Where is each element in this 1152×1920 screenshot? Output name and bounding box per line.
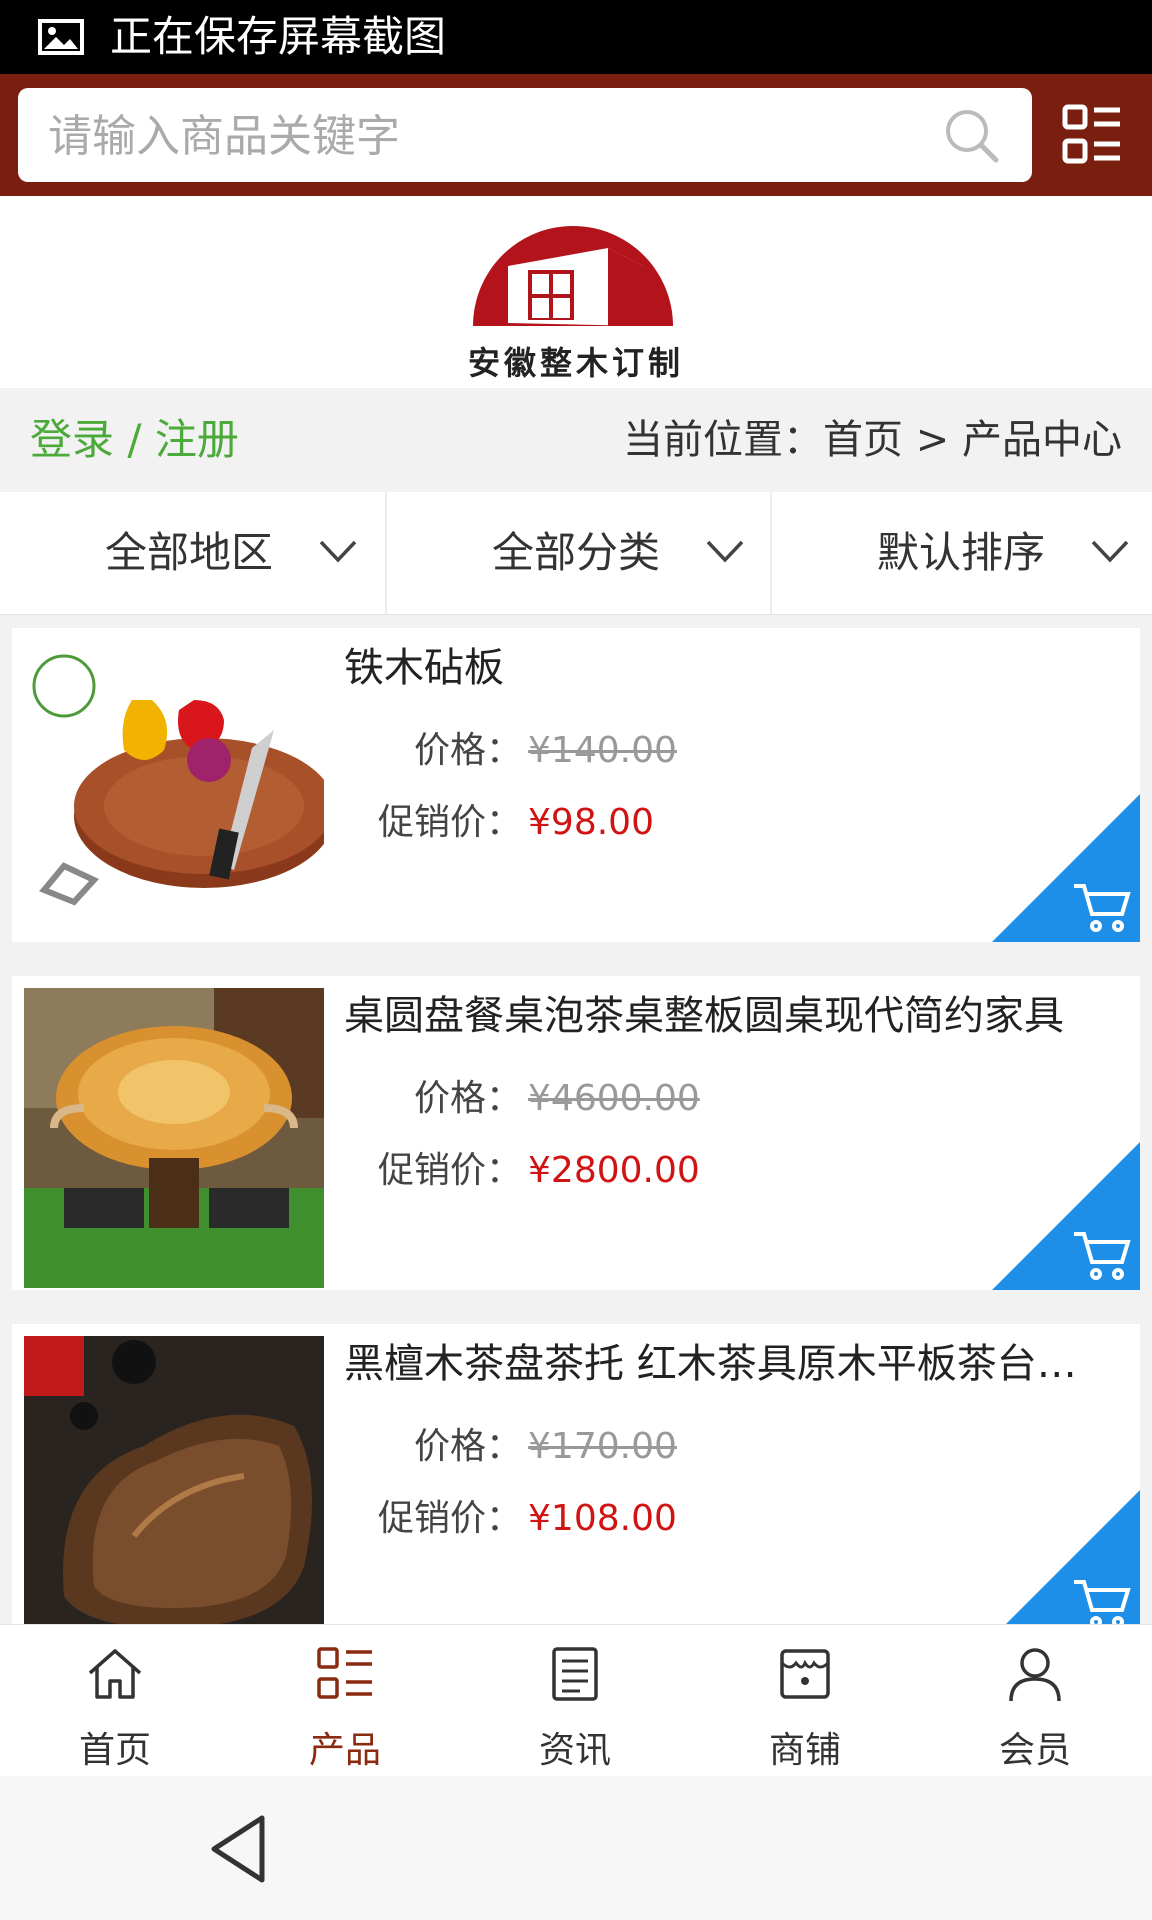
bottom-tab-bar: 首页 产品 资讯 商铺 会员 xyxy=(0,1624,1152,1777)
tab-news[interactable]: 资讯 xyxy=(460,1625,690,1777)
promo-label: 促销价： xyxy=(378,1498,523,1539)
filter-category[interactable]: 全部分类 xyxy=(385,492,770,614)
promo-price-row: 促销价： ¥2800.00 xyxy=(378,1146,700,1196)
header xyxy=(0,74,1152,196)
product-card[interactable]: 黑檀木茶盘茶托 红木茶具原木平板茶台… 价格： ¥170.00 促销价： ¥108.… xyxy=(12,1324,1140,1624)
search-icon[interactable] xyxy=(942,106,1002,166)
product-image-tea-tray xyxy=(24,1336,324,1624)
tab-member[interactable]: 会员 xyxy=(920,1625,1150,1777)
filter-region-label: 全部地区 xyxy=(104,528,273,577)
breadcrumb: 当前位置：首页 > 产品中心 xyxy=(623,417,1122,463)
promo-label: 促销价： xyxy=(378,802,523,843)
original-price: ¥4600.00 xyxy=(528,1078,700,1119)
filter-region[interactable]: 全部地区 xyxy=(0,492,383,614)
chevron-down-icon xyxy=(706,540,744,563)
promo-label: 促销价： xyxy=(378,1150,523,1191)
chevron-down-icon xyxy=(1091,540,1129,563)
promo-price-row: 促销价： ¥98.00 xyxy=(378,798,654,848)
promo-price: ¥108.00 xyxy=(528,1498,677,1539)
tab-label: 产品 xyxy=(308,1730,381,1771)
brand-name: 安徽整木订制 xyxy=(467,344,684,382)
back-icon[interactable] xyxy=(208,1814,268,1884)
promo-price-row: 促销价： ¥108.00 xyxy=(378,1494,677,1544)
search-input[interactable] xyxy=(46,88,930,184)
promo-price: ¥98.00 xyxy=(528,802,654,843)
category-menu-icon[interactable] xyxy=(1062,104,1122,166)
original-price: ¥140.00 xyxy=(528,730,677,771)
user-icon xyxy=(1009,1648,1061,1702)
original-price-row: 价格： ¥4600.00 xyxy=(414,1074,700,1124)
original-price-row: 价格： ¥170.00 xyxy=(414,1422,677,1472)
brand-logo xyxy=(473,226,673,326)
tab-label: 首页 xyxy=(78,1730,151,1771)
tab-stores[interactable]: 商铺 xyxy=(690,1625,920,1777)
promo-price: ¥2800.00 xyxy=(528,1150,700,1191)
image-icon xyxy=(38,19,84,55)
product-name[interactable]: 桌圆盘餐桌泡茶桌整板圆桌现代简约家具 xyxy=(344,986,1124,1046)
product-list: 铁木砧板 价格： ¥140.00 促销价： ¥98.00 桌圆盘餐桌泡茶桌整板圆… xyxy=(12,628,1140,1624)
tab-label: 会员 xyxy=(998,1730,1071,1771)
filter-bar: 全部地区 全部分类 默认排序 xyxy=(0,492,1152,615)
login-register-link[interactable]: 登录 / 注册 xyxy=(30,388,239,492)
tab-label: 资讯 xyxy=(538,1730,611,1771)
grid-list-icon xyxy=(317,1647,372,1699)
chevron-down-icon xyxy=(319,540,357,563)
product-image-round-table xyxy=(24,988,324,1288)
filter-category-label: 全部分类 xyxy=(491,528,660,577)
original-price: ¥170.00 xyxy=(528,1426,677,1467)
tab-home[interactable]: 首页 xyxy=(0,1625,230,1777)
product-name[interactable]: 铁木砧板 xyxy=(344,638,1124,698)
product-card[interactable]: 铁木砧板 价格： ¥140.00 促销价： ¥98.00 xyxy=(12,628,1140,942)
logo-banner[interactable]: 安徽整木订制 xyxy=(0,196,1152,388)
store-icon xyxy=(780,1649,830,1699)
status-bar: 正在保存屏幕截图 xyxy=(0,0,1152,74)
document-icon xyxy=(552,1647,598,1701)
price-label: 价格： xyxy=(414,1426,523,1467)
tab-label: 商铺 xyxy=(768,1730,841,1771)
original-price-row: 价格： ¥140.00 xyxy=(414,726,677,776)
search-box xyxy=(18,88,1032,184)
status-text: 正在保存屏幕截图 xyxy=(110,12,447,61)
system-nav-bar xyxy=(0,1776,1152,1920)
filter-sort-label: 默认排序 xyxy=(876,528,1045,577)
add-to-cart-button[interactable] xyxy=(992,794,1140,942)
product-card[interactable]: 桌圆盘餐桌泡茶桌整板圆桌现代简约家具 价格： ¥4600.00 促销价： ¥2800… xyxy=(12,976,1140,1290)
price-label: 价格： xyxy=(414,730,523,771)
breadcrumb-row: 登录 / 注册 当前位置：首页 > 产品中心 xyxy=(0,388,1152,492)
filter-sort[interactable]: 默认排序 xyxy=(770,492,1152,614)
home-icon xyxy=(88,1649,142,1699)
tab-products[interactable]: 产品 xyxy=(230,1625,460,1777)
product-name[interactable]: 黑檀木茶盘茶托 红木茶具原木平板茶台… xyxy=(344,1334,1124,1394)
product-image-cutting-board xyxy=(24,640,324,940)
price-label: 价格： xyxy=(414,1078,523,1119)
add-to-cart-button[interactable] xyxy=(992,1142,1140,1290)
add-to-cart-button[interactable] xyxy=(992,1490,1140,1624)
